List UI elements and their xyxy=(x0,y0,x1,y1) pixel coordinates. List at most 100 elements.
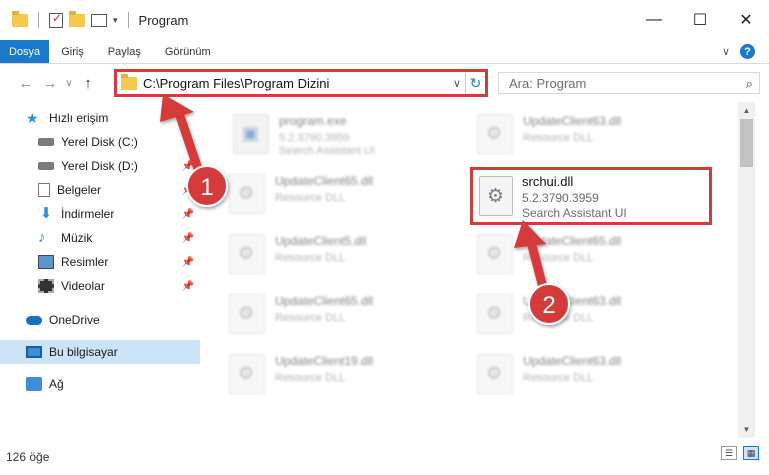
sidebar-item-disk-d[interactable]: Yerel Disk (D:) 📌 xyxy=(0,154,200,178)
dll-file-icon xyxy=(477,294,513,334)
window-controls: — ☐ ✕ xyxy=(631,0,769,40)
star-icon: ★ xyxy=(26,110,39,126)
file-item[interactable]: UpdateClient65.dll Resource DLL xyxy=(229,168,459,222)
file-description: Search Assistant UI xyxy=(522,206,627,220)
file-item[interactable]: UpdateClient19.dll Resource DLL xyxy=(229,348,459,402)
sidebar-item-music[interactable]: ♪ Müzik 📌 xyxy=(0,226,200,250)
ribbon-controls: ∨ ? xyxy=(722,44,755,59)
sidebar-item-label: Hızlı erişim xyxy=(49,111,109,125)
downloads-icon: ⬇ xyxy=(39,205,53,222)
customize-toolbar-icon[interactable] xyxy=(91,13,107,27)
up-arrow-icon[interactable]: ↑ xyxy=(76,75,100,92)
file-item[interactable]: program.exe 5.2.3790.3959 Search Assista… xyxy=(233,108,463,162)
quick-access-toolbar: ▾ xyxy=(0,0,133,40)
navigation-pane: ★ Hızlı erişim Yerel Disk (C:) Yerel Dis… xyxy=(0,102,204,438)
scroll-up-icon[interactable]: ▲ xyxy=(738,102,755,119)
address-bar[interactable]: C:\Program Files\Program Dizini ∨ ↻ xyxy=(114,69,488,97)
tab-dosya[interactable]: Dosya xyxy=(0,40,50,63)
file-type: Resource DLL xyxy=(275,372,346,384)
sidebar-item-disk-c[interactable]: Yerel Disk (C:) xyxy=(0,130,200,154)
highlighted-file-item[interactable]: srchui.dll 5.2.3790.3959 Search Assistan… xyxy=(470,167,712,225)
title-divider xyxy=(127,12,129,28)
toolbar-dropdown-icon[interactable]: ▾ xyxy=(113,15,118,26)
pin-icon[interactable]: 📌 xyxy=(182,257,194,268)
pin-icon[interactable]: 📌 xyxy=(182,161,194,172)
recent-locations-icon[interactable]: ∨ xyxy=(62,78,76,89)
status-bar: 126 öğe ☰ ▦ xyxy=(0,438,769,475)
sidebar-item-quick-access[interactable]: ★ Hızlı erişim xyxy=(0,106,200,130)
scroll-down-icon[interactable]: ▼ xyxy=(738,421,755,438)
file-version: 5.2.3790.3959 xyxy=(522,191,599,205)
file-name: UpdateClient65.dll xyxy=(275,294,374,308)
sidebar-item-videos[interactable]: Videolar 📌 xyxy=(0,274,200,298)
pin-icon[interactable]: 📌 xyxy=(182,185,194,196)
minimize-button[interactable]: — xyxy=(631,0,677,40)
sidebar-item-label: OneDrive xyxy=(49,313,100,327)
file-name: program.exe xyxy=(279,114,347,128)
details-view-icon[interactable]: ☰ xyxy=(721,446,737,460)
file-name: UpdateClient19.dll xyxy=(275,354,374,368)
dll-file-icon xyxy=(477,234,513,274)
exe-file-icon xyxy=(233,114,269,154)
dll-file-icon xyxy=(229,294,265,334)
search-icon[interactable]: ⌕ xyxy=(746,76,753,92)
address-dropdown-icon[interactable]: ∨ xyxy=(449,77,465,90)
dll-file-icon xyxy=(229,174,265,214)
file-item[interactable]: UpdateClient63.dll Resource DLL xyxy=(477,288,707,342)
ribbon-tabs: Dosya Giriş Paylaş Görünüm ∨ ? xyxy=(0,40,769,64)
file-name: srchui.dll xyxy=(522,174,574,189)
tab-giris[interactable]: Giriş xyxy=(49,40,96,63)
pin-icon[interactable]: 📌 xyxy=(182,281,194,292)
sidebar-item-network[interactable]: Ağ xyxy=(0,372,200,396)
tab-gorunum[interactable]: Görünüm xyxy=(153,40,223,63)
file-version: 5.2.3790.3959 xyxy=(279,132,350,144)
file-item[interactable]: UpdateClient5.dll Resource DLL xyxy=(229,228,459,282)
videos-icon xyxy=(38,279,54,293)
help-icon[interactable]: ? xyxy=(740,44,755,59)
sidebar-item-downloads[interactable]: ⬇ İndirmeler 📌 xyxy=(0,202,200,226)
back-arrow-icon[interactable]: ← xyxy=(14,75,38,92)
sidebar-item-this-pc[interactable]: Bu bilgisayar xyxy=(0,340,200,364)
sidebar-item-pictures[interactable]: Resimler 📌 xyxy=(0,250,200,274)
file-type: Resource DLL xyxy=(275,252,346,264)
window-title: Program xyxy=(138,12,189,28)
dll-file-icon xyxy=(479,176,513,216)
refresh-icon[interactable]: ↻ xyxy=(465,72,485,94)
file-item[interactable]: UpdateClient63.dll Resource DLL xyxy=(477,108,707,162)
sidebar-item-documents[interactable]: Belgeler 📌 xyxy=(0,178,200,202)
folder-icon xyxy=(12,10,28,27)
file-item[interactable]: UpdateClient65.dll Resource DLL xyxy=(229,288,459,342)
search-box[interactable]: Ara: Program ⌕ xyxy=(498,72,760,94)
address-path[interactable]: C:\Program Files\Program Dizini xyxy=(143,76,449,91)
file-name: UpdateClient5.dll xyxy=(275,234,367,248)
sidebar-item-onedrive[interactable]: OneDrive xyxy=(0,308,200,332)
vertical-scrollbar[interactable]: ▲ ▼ xyxy=(738,102,755,438)
toolbar-divider xyxy=(38,12,39,28)
sidebar-item-label: Belgeler xyxy=(57,183,102,197)
scrollbar-thumb[interactable] xyxy=(740,119,753,167)
sidebar-item-label: İndirmeler xyxy=(61,207,115,221)
forward-arrow-icon[interactable]: → xyxy=(38,75,62,92)
pin-icon[interactable]: 📌 xyxy=(182,233,194,244)
tab-paylas[interactable]: Paylaş xyxy=(96,40,153,63)
maximize-button[interactable]: ☐ xyxy=(677,0,723,40)
file-type: Resource DLL xyxy=(523,312,594,324)
item-count: 126 öğe xyxy=(6,449,50,464)
navigation-bar: ← → ∨ ↑ C:\Program Files\Program Dizini … xyxy=(0,64,769,102)
expand-ribbon-icon[interactable]: ∨ xyxy=(722,45,730,58)
title-bar: ▾ Program — ☐ ✕ xyxy=(0,0,769,40)
computer-icon xyxy=(26,346,42,358)
network-icon xyxy=(26,377,42,391)
file-item[interactable]: UpdateClient65.dll Resource DLL xyxy=(477,228,707,282)
search-input[interactable]: Ara: Program xyxy=(509,76,586,91)
sidebar-item-label: Bu bilgisayar xyxy=(49,345,118,359)
file-type: Resource DLL xyxy=(275,312,346,324)
file-item[interactable]: UpdateClient63.dll Resource DLL xyxy=(477,348,707,402)
properties-check-icon[interactable] xyxy=(49,11,63,28)
tiles-view-icon[interactable]: ▦ xyxy=(743,446,759,460)
pin-icon[interactable]: 📌 xyxy=(182,209,194,220)
new-folder-icon[interactable] xyxy=(69,10,85,27)
file-type: Resource DLL xyxy=(523,252,594,264)
dll-file-icon xyxy=(229,354,265,394)
close-button[interactable]: ✕ xyxy=(723,0,769,40)
